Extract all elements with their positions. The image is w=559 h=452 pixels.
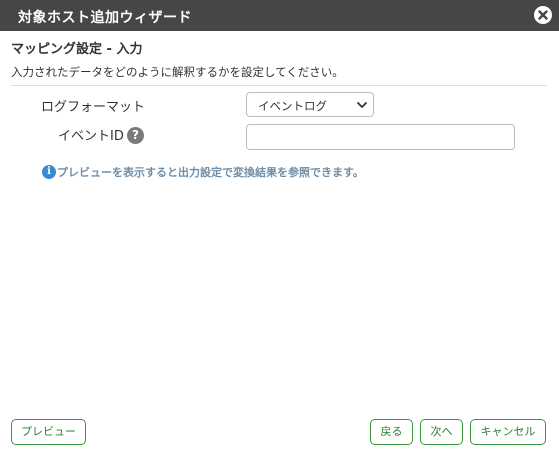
preview-button[interactable]: プレビュー <box>11 419 86 445</box>
dialog-titlebar: 対象ホスト追加ウィザード <box>0 0 559 31</box>
log-format-selected-value: イベントログ <box>258 99 327 113</box>
event-id-label: イベントID <box>58 129 124 144</box>
chevron-down-icon <box>357 102 367 108</box>
description-text: 入力されたデータをどのように解釈するかを設定してください。 <box>11 65 344 79</box>
info-text: プレビューを表示すると出力設定で変換結果を参照できます。 <box>57 166 364 179</box>
cancel-button[interactable]: キャンセル <box>470 419 546 445</box>
event-id-input[interactable] <box>246 124 515 150</box>
back-button[interactable]: 戻る <box>370 419 413 445</box>
help-icon[interactable]: ? <box>127 127 144 144</box>
info-icon: i <box>42 165 56 179</box>
log-format-select[interactable]: イベントログ <box>246 92 374 117</box>
divider <box>11 85 547 86</box>
log-format-label: ログフォーマット <box>41 100 146 115</box>
next-button[interactable]: 次へ <box>420 419 463 445</box>
dialog-title: 対象ホスト追加ウィザード <box>18 10 192 26</box>
section-title: マッピング設定 - 入力 <box>11 42 143 57</box>
close-icon[interactable] <box>534 6 552 24</box>
